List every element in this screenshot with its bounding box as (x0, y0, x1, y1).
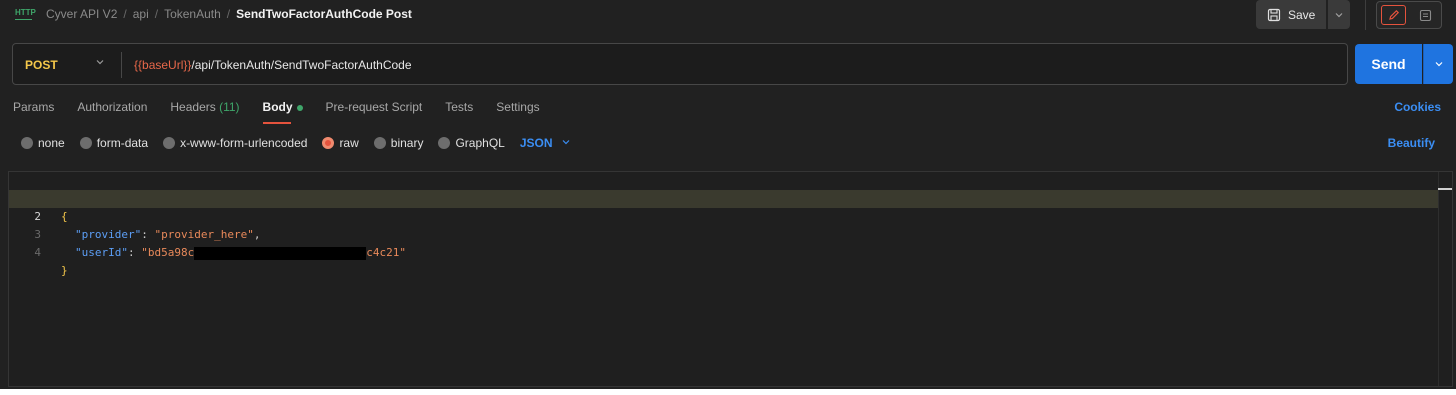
radio-label: none (38, 136, 65, 150)
tab-body[interactable]: Body (262, 100, 303, 124)
save-label: Save (1288, 7, 1316, 22)
radio-raw[interactable]: raw (322, 136, 359, 150)
url-path: /api/TokenAuth/SendTwoFactorAuthCode (191, 58, 412, 72)
cookies-link[interactable]: Cookies (1394, 100, 1441, 114)
chevron-down-icon (1335, 12, 1343, 17)
url-variable: {{baseUrl}} (134, 58, 192, 72)
radio-label: form-data (96, 136, 149, 150)
tab-headers-label: Headers (170, 100, 216, 114)
breadcrumb-folder-api[interactable]: api (133, 7, 149, 21)
headers-count: (11) (219, 100, 240, 114)
code-editor[interactable]: 1 { 2 "provider": "provider_here", 3 "us… (8, 171, 1453, 387)
radio-label: GraphQL (455, 136, 505, 150)
save-button[interactable]: Save (1256, 0, 1326, 29)
tab-settings[interactable]: Settings (496, 100, 539, 114)
tab-body-label: Body (262, 100, 293, 114)
beautify-button[interactable]: Beautify (1388, 136, 1435, 150)
json-colon: : (127, 246, 142, 259)
tab-authorization[interactable]: Authorization (77, 100, 147, 114)
chevron-down-icon[interactable] (561, 137, 571, 150)
close-brace: } (61, 264, 68, 277)
line-code: "userId": "bd5a98c c4c21" (75, 244, 406, 262)
bottom-edge (0, 389, 1456, 395)
edit-mode-button[interactable] (1381, 5, 1406, 25)
request-name[interactable]: SendTwoFactorAuthCode Post (236, 7, 412, 21)
header-divider (1365, 0, 1366, 30)
radio-indicator-checked (322, 137, 335, 149)
line-number: 4 (34, 246, 41, 259)
editor-line-active: 2 "provider": "provider_here", (9, 190, 1439, 241)
request-header: HTTP Cyver API V2 / api / TokenAuth / Se… (0, 0, 1456, 30)
tab-tests[interactable]: Tests (445, 100, 473, 114)
radio-label: x-www-form-urlencoded (180, 136, 308, 150)
editor-scrollbar[interactable] (1438, 172, 1452, 386)
line-code: } (61, 262, 68, 280)
send-button[interactable]: Send (1355, 44, 1422, 84)
http-icon: HTTP (15, 7, 36, 20)
breadcrumb-folder-tokenauth[interactable]: TokenAuth (164, 7, 221, 21)
radio-graphql[interactable]: GraphQL (438, 136, 505, 150)
breadcrumb-separator: / (226, 7, 231, 21)
chevron-down-icon[interactable] (95, 57, 105, 70)
request-tabs: Params Authorization Headers (11) Body P… (13, 100, 563, 124)
radio-binary[interactable]: binary (373, 136, 424, 150)
radio-indicator (163, 137, 176, 149)
editor-line: 4 } (9, 226, 1439, 277)
body-indicator-dot (296, 104, 303, 111)
tab-params[interactable]: Params (13, 100, 54, 114)
breadcrumb-separator: / (154, 7, 159, 21)
radio-form-data[interactable]: form-data (79, 136, 149, 150)
editor-line: 3 "userId": "bd5a98c c4c21" (9, 208, 1439, 260)
url-input[interactable]: {{baseUrl}}/api/TokenAuth/SendTwoFactorA… (134, 58, 412, 72)
radio-x-www-form-urlencoded[interactable]: x-www-form-urlencoded (163, 136, 307, 150)
json-key: "userId" (75, 246, 128, 259)
breadcrumb-collection[interactable]: Cyver API V2 (46, 7, 117, 21)
active-tab-underline (262, 122, 291, 124)
breadcrumb-separator: / (123, 7, 127, 21)
tab-headers[interactable]: Headers (11) (170, 100, 239, 114)
radio-indicator (438, 137, 451, 149)
radio-none[interactable]: none (21, 136, 65, 150)
url-divider (121, 52, 122, 78)
radio-indicator (21, 137, 33, 149)
save-options-button[interactable] (1328, 0, 1350, 29)
tab-pre-request-script[interactable]: Pre-request Script (326, 100, 423, 114)
save-icon (1267, 8, 1281, 21)
documentation-icon (1419, 9, 1431, 21)
radio-indicator (373, 137, 386, 149)
method-select[interactable]: POST (25, 58, 58, 72)
json-value-start: "bd5a98c (141, 246, 195, 259)
url-bar: POST {{baseUrl}}/api/TokenAuth/SendTwoFa… (12, 43, 1348, 85)
redaction-block (194, 246, 367, 260)
scrollbar-cursor-marker (1438, 188, 1452, 190)
documentation-button[interactable] (1414, 5, 1436, 25)
radio-label: raw (339, 136, 359, 150)
radio-label: binary (390, 136, 424, 150)
body-language-select[interactable]: JSON (520, 136, 553, 150)
json-value-end: c4c21" (366, 246, 406, 259)
breadcrumb: Cyver API V2 / api / TokenAuth / SendTwo… (46, 7, 412, 21)
editor-line: 1 { (9, 172, 1439, 223)
chevron-down-icon (1435, 62, 1442, 67)
pencil-icon (1388, 9, 1399, 20)
request-editor-window: HTTP Cyver API V2 / api / TokenAuth / Se… (0, 0, 1456, 395)
body-type-selector: none form-data x-www-form-urlencoded raw… (21, 136, 571, 150)
radio-indicator (79, 137, 92, 149)
send-options-button[interactable] (1423, 44, 1453, 84)
